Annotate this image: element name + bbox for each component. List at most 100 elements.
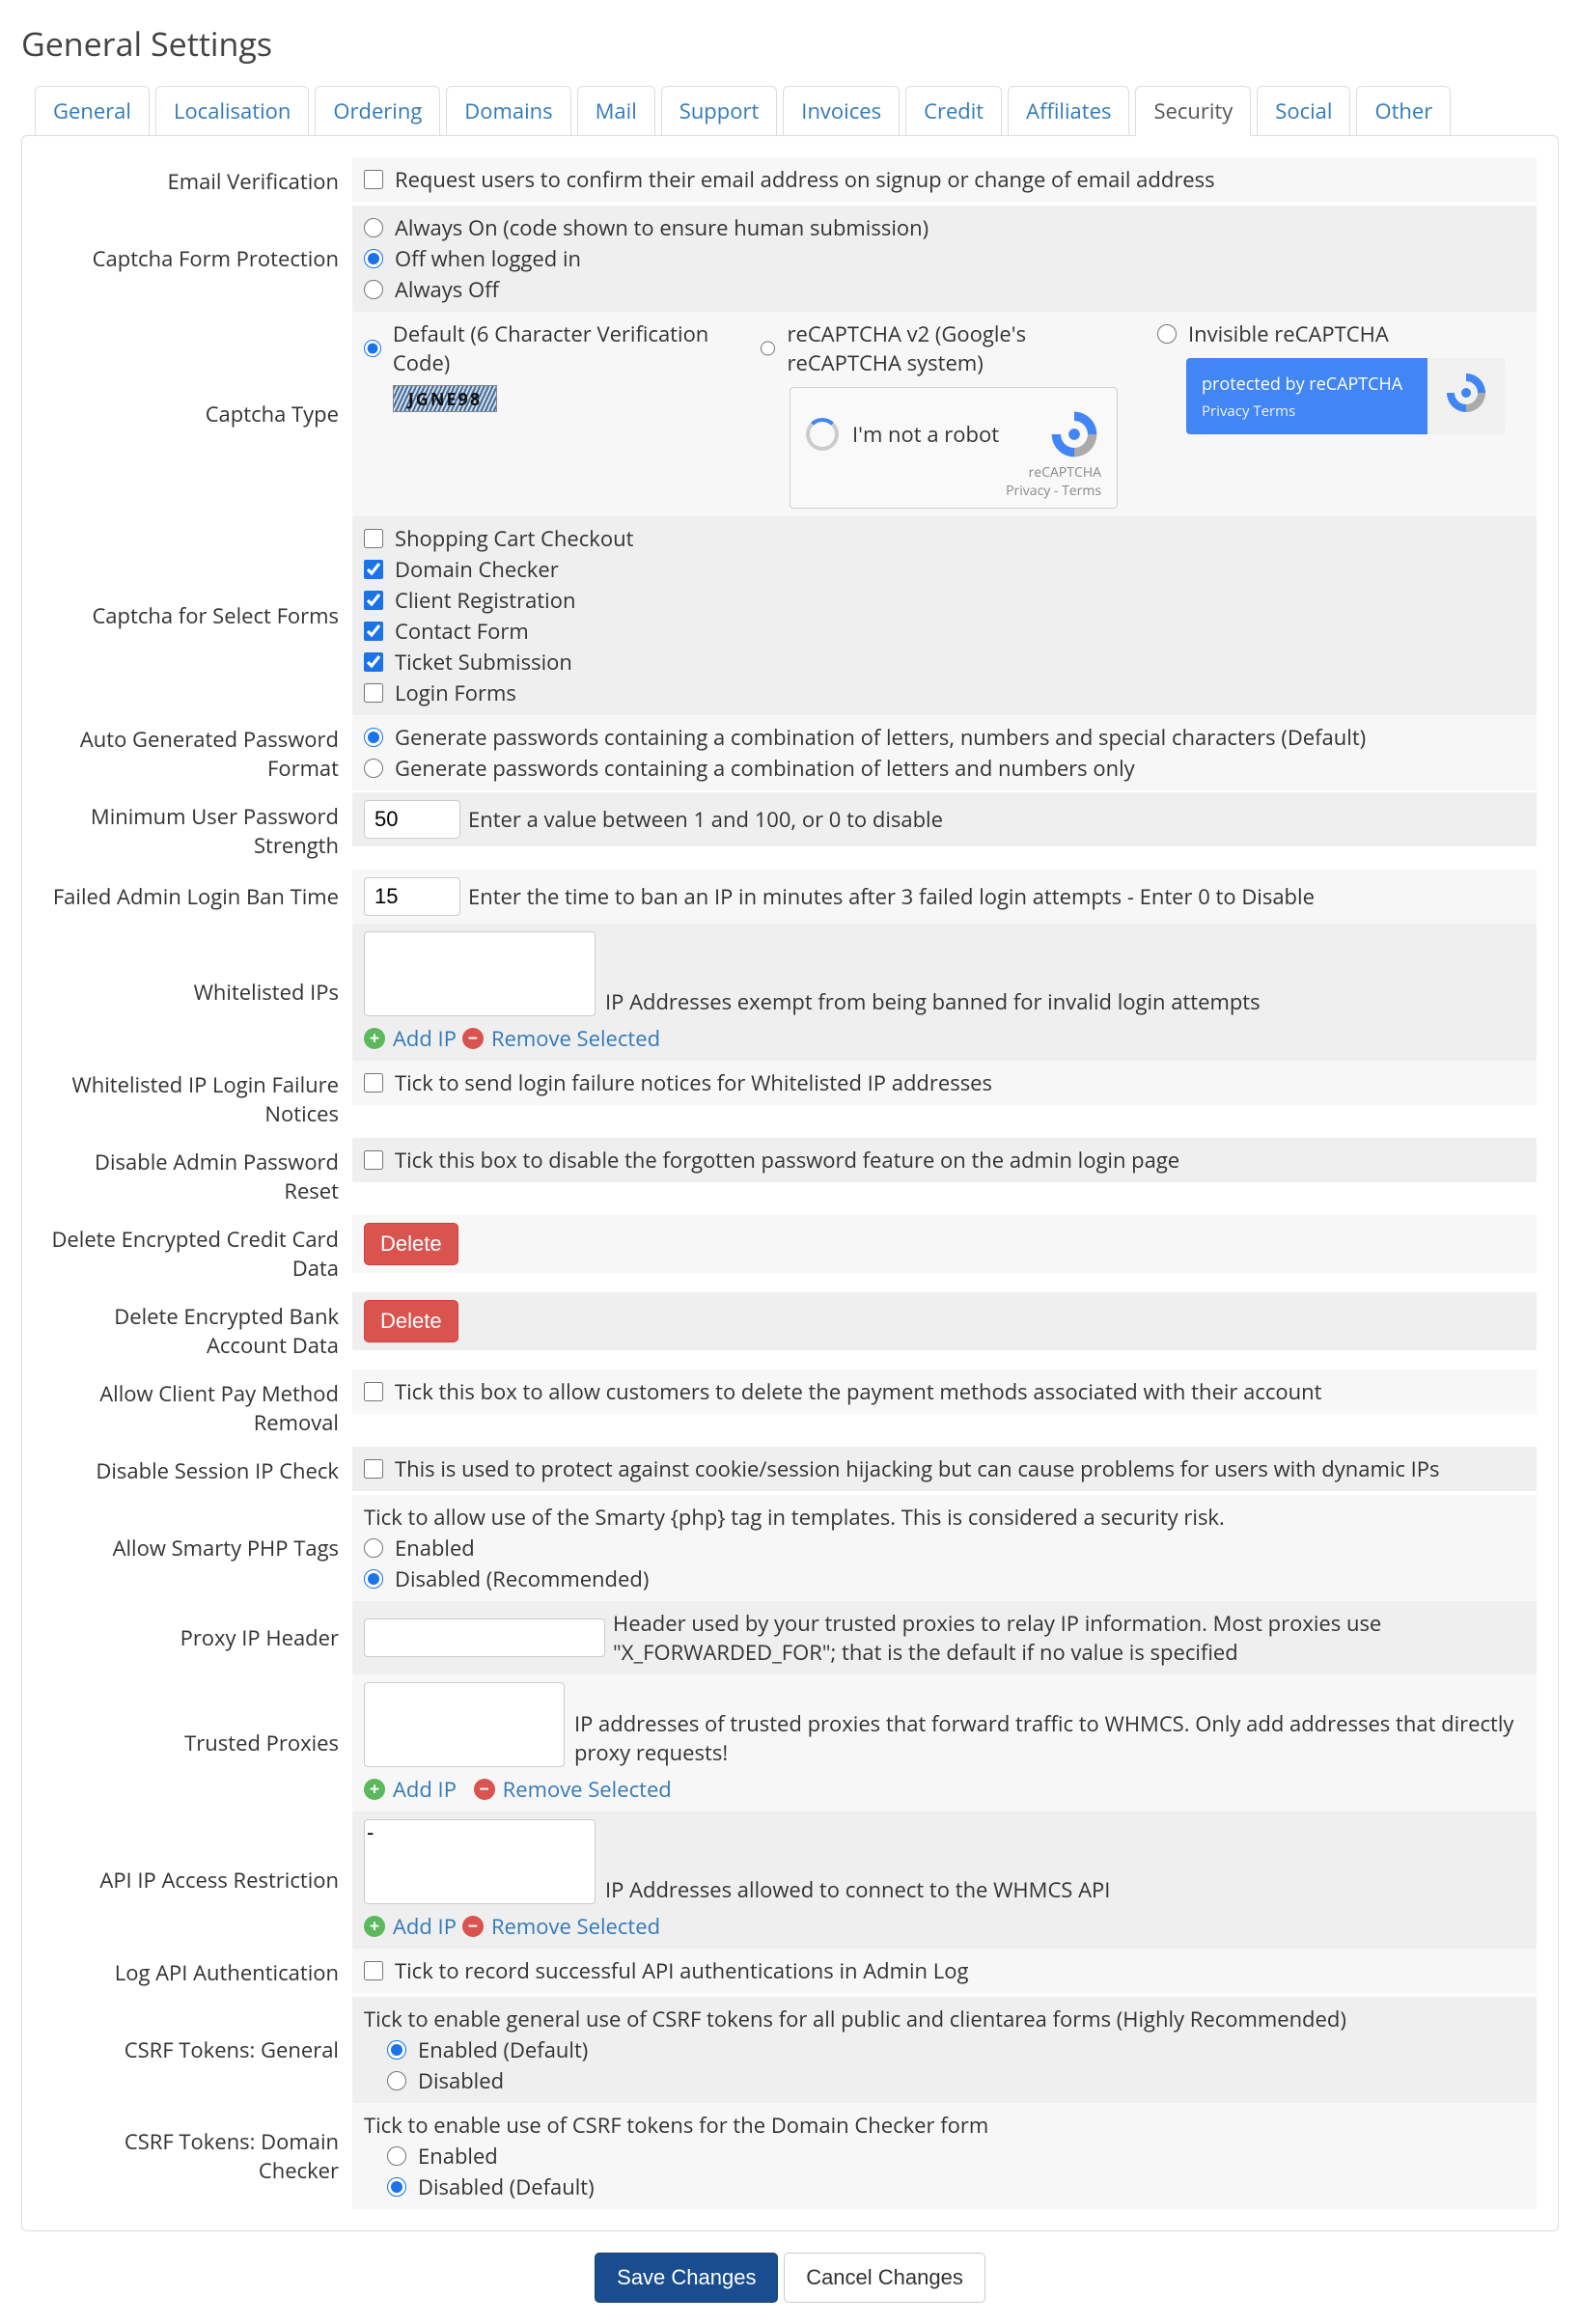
tab-mail[interactable]: Mail <box>577 86 655 136</box>
checkbox-whitelist-notice[interactable] <box>364 1073 383 1093</box>
radio-csrf-domain-disabled[interactable] <box>387 2177 406 2197</box>
delete-bank-button[interactable]: Delete <box>364 1300 458 1342</box>
select-trusted-proxies[interactable] <box>364 1682 565 1767</box>
hint-failed-ban: Enter the time to ban an IP in minutes a… <box>468 882 1315 911</box>
radio-smarty-disabled[interactable] <box>364 1569 383 1589</box>
radio-captcha-v2[interactable] <box>761 339 775 358</box>
checkbox-log-api[interactable] <box>364 1961 383 1980</box>
link-remove-ip-whitelist[interactable]: Remove Selected <box>491 1024 660 1053</box>
label-failed-ban: Failed Admin Login Ban Time <box>43 870 352 924</box>
settings-panel: Email Verification Request users to conf… <box>21 135 1559 2231</box>
label-min-pwd: Minimum User Password Strength <box>43 792 352 870</box>
recaptcha-v2-widget[interactable]: I'm not a robot reCAPTCHAPrivacy - Terms <box>790 387 1118 509</box>
label-log-api: Log API Authentication <box>43 1949 352 1997</box>
tab-credit[interactable]: Credit <box>905 86 1002 136</box>
hint-proxy-header: Header used by your trusted proxies to r… <box>613 1609 1525 1667</box>
label-whitelist-notice: Whitelisted IP Login Failure Notices <box>43 1061 352 1138</box>
recaptcha-spinner-icon <box>806 418 839 451</box>
label-allow-pay-removal: Allow Client Pay Method Removal <box>43 1370 352 1447</box>
plus-icon: + <box>364 1779 385 1800</box>
checkbox-disable-pwd-reset[interactable] <box>364 1150 383 1170</box>
label-captcha-forms: Captcha for Select Forms <box>43 516 352 715</box>
radio-csrf-general-disabled[interactable] <box>387 2071 406 2090</box>
hint-min-pwd: Enter a value between 1 and 100, or 0 to… <box>468 805 943 834</box>
hint-csrf-domain: Tick to enable use of CSRF tokens for th… <box>364 2111 988 2140</box>
radio-smarty-enabled[interactable] <box>364 1538 383 1558</box>
label-email-verification: Email Verification <box>43 157 352 206</box>
page-title: General Settings <box>21 21 1559 66</box>
link-add-ip-proxies[interactable]: Add IP <box>393 1775 457 1804</box>
label-captcha-protection: Captcha Form Protection <box>43 206 352 312</box>
tab-invoices[interactable]: Invoices <box>783 86 900 136</box>
radio-pwd-alnum[interactable] <box>364 759 383 778</box>
hint-api-ip: IP Addresses allowed to connect to the W… <box>605 1875 1110 1904</box>
radio-captcha-always-on[interactable] <box>364 218 383 237</box>
checkbox-form-contact[interactable] <box>364 622 383 641</box>
recaptcha-invisible-badge: protected by reCAPTCHA Privacy Terms <box>1186 358 1505 434</box>
checkbox-form-registration[interactable] <box>364 591 383 610</box>
tab-support[interactable]: Support <box>661 86 778 136</box>
text-email-verification: Request users to confirm their email add… <box>395 165 1215 194</box>
label-smarty-php: Allow Smarty PHP Tags <box>43 1495 352 1601</box>
label-captcha-type: Captcha Type <box>43 312 352 516</box>
label-trusted-proxies: Trusted Proxies <box>43 1674 352 1812</box>
link-add-ip-api[interactable]: Add IP <box>393 1912 457 1941</box>
checkbox-form-login[interactable] <box>364 683 383 703</box>
plus-icon: + <box>364 1028 385 1049</box>
checkbox-email-verification[interactable] <box>364 170 383 189</box>
label-proxy-header: Proxy IP Header <box>43 1601 352 1674</box>
hint-trusted-proxies: IP addresses of trusted proxies that for… <box>574 1709 1525 1767</box>
tab-security[interactable]: Security <box>1135 86 1251 136</box>
hint-smarty-php: Tick to allow use of the Smarty {php} ta… <box>364 1503 1225 1532</box>
input-proxy-header[interactable] <box>364 1618 605 1657</box>
link-add-ip-whitelist[interactable]: Add IP <box>393 1024 457 1053</box>
radio-captcha-off-logged-in[interactable] <box>364 249 383 268</box>
save-button[interactable]: Save Changes <box>595 2253 778 2303</box>
hint-csrf-general: Tick to enable general use of CSRF token… <box>364 2005 1346 2034</box>
recaptcha-logo-icon <box>1047 407 1101 461</box>
radio-captcha-always-off[interactable] <box>364 280 383 299</box>
captcha-sample-image: JGNE98 <box>393 385 497 412</box>
delete-cc-button[interactable]: Delete <box>364 1223 458 1265</box>
tab-domains[interactable]: Domains <box>446 86 570 136</box>
cancel-button[interactable]: Cancel Changes <box>784 2253 985 2303</box>
radio-csrf-domain-enabled[interactable] <box>387 2146 406 2166</box>
tab-general[interactable]: General <box>35 86 150 136</box>
label-delete-cc: Delete Encrypted Credit Card Data <box>43 1215 352 1292</box>
minus-icon: − <box>474 1779 495 1800</box>
select-whitelisted-ips[interactable] <box>364 931 596 1016</box>
label-disable-pwd-reset: Disable Admin Password Reset <box>43 1138 352 1215</box>
checkbox-disable-session-ip[interactable] <box>364 1459 383 1479</box>
input-min-pwd[interactable] <box>364 800 460 839</box>
footer-buttons: Save Changes Cancel Changes <box>21 2231 1559 2303</box>
input-failed-ban[interactable] <box>364 877 460 916</box>
tab-social[interactable]: Social <box>1257 86 1350 136</box>
hint-whitelisted-ips: IP Addresses exempt from being banned fo… <box>605 987 1261 1016</box>
link-remove-ip-proxies[interactable]: Remove Selected <box>503 1775 672 1804</box>
radio-csrf-general-enabled[interactable] <box>387 2040 406 2060</box>
tab-other[interactable]: Other <box>1356 86 1451 136</box>
label-csrf-domain: CSRF Tokens: Domain Checker <box>43 2103 352 2209</box>
recaptcha-logo-icon <box>1428 358 1505 434</box>
plus-icon: + <box>364 1916 385 1937</box>
select-api-ip[interactable]: - <box>364 1819 596 1904</box>
label-disable-session-ip: Disable Session IP Check <box>43 1447 352 1495</box>
label-whitelisted-ips: Whitelisted IPs <box>43 924 352 1061</box>
minus-icon: − <box>462 1028 484 1049</box>
tab-ordering[interactable]: Ordering <box>315 86 440 136</box>
link-remove-ip-api[interactable]: Remove Selected <box>491 1912 660 1941</box>
checkbox-allow-pay-removal[interactable] <box>364 1382 383 1401</box>
tab-affiliates[interactable]: Affiliates <box>1008 86 1129 136</box>
checkbox-form-ticket[interactable] <box>364 652 383 672</box>
tabs-bar: General Localisation Ordering Domains Ma… <box>21 85 1559 135</box>
radio-captcha-invisible[interactable] <box>1157 324 1177 344</box>
radio-captcha-default[interactable] <box>364 339 381 358</box>
checkbox-form-domain[interactable] <box>364 560 383 579</box>
label-api-ip: API IP Access Restriction <box>43 1812 352 1949</box>
minus-icon: − <box>462 1916 484 1937</box>
checkbox-form-cart[interactable] <box>364 529 383 548</box>
label-csrf-general: CSRF Tokens: General <box>43 1997 352 2103</box>
label-delete-bank: Delete Encrypted Bank Account Data <box>43 1292 352 1370</box>
radio-pwd-special[interactable] <box>364 728 383 747</box>
tab-localisation[interactable]: Localisation <box>155 86 309 136</box>
